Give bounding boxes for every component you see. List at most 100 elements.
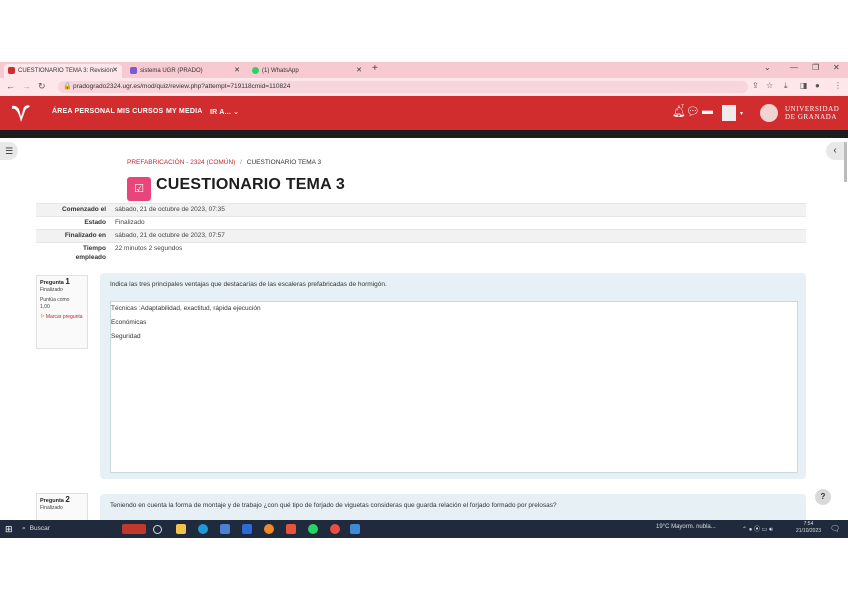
windows-start-icon[interactable]: ⊞ (5, 524, 13, 535)
whatsapp-icon[interactable] (308, 524, 318, 534)
breadcrumb-separator: / (240, 159, 242, 166)
edge-icon[interactable] (198, 524, 208, 534)
question-1-content: Indica las tres principales ventajas que… (100, 273, 806, 479)
summary-value: 22 minutos 2 segundos (115, 245, 183, 252)
nav-mis-cursos[interactable]: MIS CURSOS (117, 108, 163, 115)
brave-icon[interactable] (286, 524, 296, 534)
share-icon[interactable]: ⇪ (752, 81, 759, 90)
bookmark-star-icon[interactable]: ☆ (766, 81, 773, 90)
breadcrumb-course-link[interactable]: PREFABRICACIÓN - 2324 (COMÚN) (127, 159, 235, 166)
summary-value: Finalizado (115, 219, 145, 226)
tab-label: (1) WhatsApp (262, 68, 299, 74)
address-bar[interactable]: 🔒 pradogrado2324.ugr.es/mod/quiz/review.… (58, 81, 748, 93)
summary-row-finished: Finalizado en sábado, 21 de octubre de 2… (36, 229, 806, 242)
tab-label: sistema UGR (PRADO) (140, 68, 203, 74)
minimize-icon[interactable]: — (790, 63, 798, 72)
breadcrumb: PREFABRICACIÓN - 2324 (COMÚN) / CUESTION… (127, 159, 321, 166)
side-panel-icon[interactable]: ◨ (800, 81, 808, 90)
university-seal-icon (760, 104, 778, 122)
profile-avatar-icon[interactable]: ● (815, 81, 820, 90)
taskbar-widget-icon[interactable] (122, 524, 146, 534)
browser-tab-quiz[interactable]: CUESTIONARIO TEMA 3: Revisión ✕ (4, 64, 122, 78)
summary-label: Estado (84, 219, 106, 226)
maximize-icon[interactable]: ❐ (812, 63, 819, 72)
moodle-logo-icon[interactable] (10, 103, 32, 123)
university-name: UNIVERSIDAD DE GRANADA (785, 105, 840, 121)
close-tab-icon[interactable]: ✕ (356, 64, 362, 78)
photos-icon[interactable] (350, 524, 360, 534)
task-view-icon[interactable] (153, 525, 162, 534)
search-icon: ⌕ (22, 525, 26, 532)
question-2-info: Pregunta 2 Finalizado (36, 493, 88, 523)
right-drawer-toggle-button[interactable]: ‹ (826, 142, 844, 160)
firefox-icon[interactable] (264, 524, 274, 534)
messages-icon[interactable]: 💬︎ (686, 105, 700, 118)
download-icon[interactable]: ⤓ (784, 81, 788, 91)
drawer-toggle-button[interactable]: ☰ (0, 142, 18, 160)
notification-count: 7 (681, 104, 684, 110)
site-navbar: ÁREA PERSONAL MIS CURSOS MY MEDIA IR A..… (0, 96, 848, 130)
moodle-favicon-icon (8, 66, 15, 74)
notification-center-icon[interactable]: 🗨︎ (830, 524, 840, 533)
lock-icon: 🔒 (63, 83, 72, 90)
whatsapp-favicon-icon (252, 66, 259, 74)
mail-icon[interactable] (242, 524, 252, 534)
summary-label: Comenzado el (61, 206, 106, 213)
file-explorer-icon[interactable] (176, 524, 186, 534)
quiz-icon: ☑ (127, 177, 151, 201)
flag-icon: ⚐ (40, 314, 45, 320)
chevron-down-icon[interactable]: ▾ (740, 110, 743, 117)
question-state: Finalizado (40, 505, 63, 511)
question-1-info: Pregunta 1 Finalizado Puntúa como 1,00 ⚐… (36, 275, 88, 349)
summary-value: sábado, 21 de octubre de 2023, 07:35 (115, 206, 225, 213)
new-tab-button[interactable]: + (372, 63, 378, 74)
forward-arrow-icon[interactable]: → (22, 81, 31, 91)
question-marks: Puntúa como 1,00 (40, 297, 70, 310)
secondary-bar (0, 130, 848, 138)
nav-area-personal[interactable]: ÁREA PERSONAL (52, 108, 115, 115)
reload-icon[interactable]: ↻ (38, 81, 46, 92)
question-number: Pregunta 1 (40, 277, 70, 287)
tab-label: CUESTIONARIO TEMA 3: Revisión (18, 68, 113, 74)
breadcrumb-current[interactable]: CUESTIONARIO TEMA 3 (247, 159, 321, 166)
summary-row-time-taken: Tiempo empleado 22 minutos 2 segundos (36, 242, 806, 265)
chevron-left-icon: ‹ (833, 145, 837, 156)
question-text: Indica las tres principales ventajas que… (110, 281, 387, 288)
hamburger-icon: ☰ (4, 146, 14, 156)
browser-tab-prado[interactable]: sistema UGR (PRADO) ✕ (126, 64, 244, 78)
browser-tab-whatsapp[interactable]: (1) WhatsApp ✕ (248, 64, 366, 78)
summary-row-state: Estado Finalizado (36, 216, 806, 229)
close-tab-icon[interactable]: ✕ (234, 64, 240, 78)
message-drawer-icon[interactable]: ▬ (702, 105, 713, 117)
page-scrollbar[interactable] (844, 142, 847, 182)
answer-line: Seguridad (111, 333, 141, 340)
answer-line: Técnicas :Adaptabilidad, exactitud, rápi… (111, 305, 261, 312)
quiz-summary-table: Comenzado el sábado, 21 de octubre de 20… (36, 203, 806, 265)
summary-label: Finalizado en (64, 232, 106, 239)
browser-menu-icon[interactable]: ⋮ (834, 81, 842, 90)
summary-row-started: Comenzado el sábado, 21 de octubre de 20… (36, 203, 806, 216)
screenshot-area: CUESTIONARIO TEMA 3: Revisión ✕ sistema … (0, 62, 848, 538)
chrome-icon[interactable] (330, 524, 340, 534)
close-window-icon[interactable]: ✕ (833, 63, 840, 72)
nav-ir-a-dropdown[interactable]: IR A... ⌄ (210, 108, 239, 116)
browser-toolbar: ← → ↻ 🔒 pradogrado2324.ugr.es/mod/quiz/r… (0, 78, 848, 96)
tab-search-icon[interactable]: ⌄ (764, 63, 771, 72)
answer-line: Económicas (111, 319, 147, 326)
store-icon[interactable] (220, 524, 230, 534)
user-avatar[interactable] (722, 105, 736, 121)
close-tab-icon[interactable]: ✕ (112, 64, 118, 78)
nav-my-media[interactable]: MY MEDIA (166, 108, 202, 115)
taskbar-search[interactable]: ⌕ Buscar (22, 523, 122, 535)
system-tray-icons[interactable]: ⌃ ● ⦿ ▭ 🔊︎ (742, 524, 773, 534)
summary-label: Tiempo empleado (75, 245, 106, 261)
prado-favicon-icon (130, 66, 137, 74)
weather-widget[interactable]: 19°C Mayorm. nubla... (656, 524, 716, 530)
back-arrow-icon[interactable]: ← (6, 81, 15, 91)
page-title: CUESTIONARIO TEMA 3 (156, 176, 345, 193)
flag-question-link[interactable]: ⚐ Marcar pregunta (40, 314, 84, 321)
taskbar-clock[interactable]: 7:54 21/10/2023 (796, 521, 821, 535)
answer-text-area[interactable]: Técnicas :Adaptabilidad, exactitud, rápi… (110, 301, 798, 473)
browser-tab-strip: CUESTIONARIO TEMA 3: Revisión ✕ sistema … (0, 62, 848, 78)
help-button[interactable]: ? (815, 489, 831, 505)
